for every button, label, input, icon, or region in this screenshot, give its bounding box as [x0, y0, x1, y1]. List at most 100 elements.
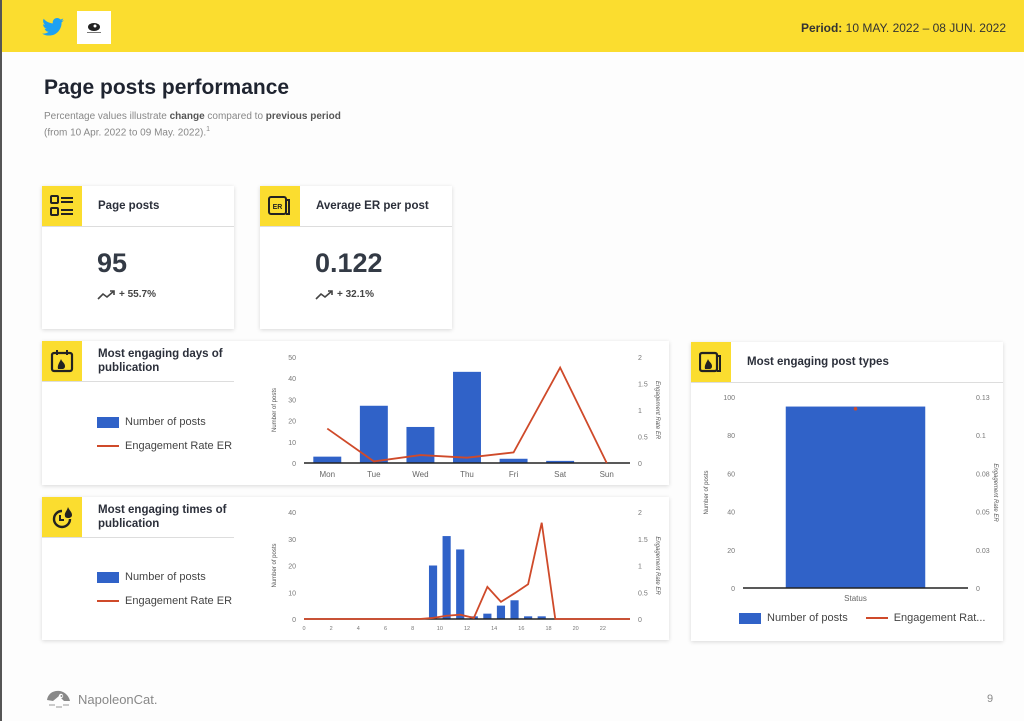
card-title: Most engaging times of publication	[98, 504, 227, 530]
bar	[428, 565, 438, 619]
card-header: Most engaging times of publication	[42, 497, 232, 537]
subtitle-bold: change	[169, 111, 205, 122]
kpi-change-value: + 32.1%	[337, 289, 374, 300]
y2-axis-title: Engagement Rate ER	[992, 463, 998, 522]
card-title: Most engaging post types	[747, 356, 889, 368]
legend-label: Engagement Rat...	[893, 612, 986, 624]
legend-item-posts: Number of posts	[97, 410, 232, 434]
y2-tick-label: 0.1	[976, 433, 986, 440]
subtitle-text: Percentage values illustrate	[44, 111, 170, 122]
chart-times: 0 10 20 30 40 0 0.5 1 1.5 2 Number of posts Engagem…	[272, 510, 660, 632]
y2-tick-label: 1.5	[638, 537, 648, 544]
kpi-change: + 55.7%	[97, 289, 156, 300]
divider	[42, 381, 234, 382]
y-tick-label: 50	[288, 355, 296, 362]
header-bar: Period: 10 MAY. 2022 – 08 JUN. 2022	[2, 0, 1024, 52]
bar	[483, 613, 492, 619]
x-tick-label: 8	[411, 626, 414, 632]
card-header: Most engaging post types	[691, 342, 889, 382]
y-tick-label: 60	[727, 471, 735, 478]
y-tick-label: 30	[288, 537, 296, 544]
x-tick-label: 12	[464, 626, 470, 632]
y2-tick-label: 1	[638, 564, 642, 571]
bar	[456, 549, 465, 619]
y-tick-label: 10	[288, 440, 296, 447]
legend-swatch-line	[865, 617, 888, 619]
x-tick-label: Status	[844, 594, 867, 603]
bar	[442, 536, 451, 619]
footer-brand: NapoleonCat.	[78, 691, 158, 707]
divider	[42, 537, 234, 538]
period-label: Period:	[800, 21, 843, 35]
calendar-fire-icon	[42, 341, 82, 381]
y-tick-label: 0	[731, 586, 735, 593]
y2-axis-title: Engagement Rate ER	[654, 381, 660, 440]
list-icon	[42, 186, 82, 226]
legend-item-er: Engagement Rate ER	[97, 589, 232, 613]
brand-logo	[77, 11, 111, 44]
bar	[785, 406, 926, 588]
x-tick-label: 20	[573, 626, 579, 632]
legend-label: Number of posts	[767, 612, 848, 624]
subtitle-text: compared to	[204, 111, 266, 122]
y2-axis-title: Engagement Rate ER	[654, 536, 660, 595]
x-tick-label: Sat	[554, 470, 567, 479]
y-axis-title: Number of posts	[272, 388, 278, 432]
y2-tick-label: 0.05	[976, 510, 990, 517]
chart-legend: Number of posts Engagement Rate ER	[97, 410, 232, 458]
legend-label: Number of posts	[125, 416, 206, 428]
y-tick-label: 0	[292, 617, 296, 624]
card-engaging-times: Most engaging times of publication Numbe…	[42, 497, 669, 640]
kpi-change-value: + 55.7%	[119, 289, 156, 300]
legend-swatch-line	[97, 445, 119, 447]
kpi-change: + 32.1%	[315, 289, 374, 300]
card-title: Most engaging days of publication	[98, 348, 223, 374]
x-tick-label: 0	[302, 626, 305, 632]
y-axis-title: Number of posts	[272, 543, 278, 587]
y-axis-title: Number of posts	[704, 470, 710, 514]
y-tick-label: 20	[288, 419, 296, 426]
cat-logo-icon	[87, 22, 101, 33]
subtitle-text: (from 10 Apr. 2022 to 09 May. 2022).	[44, 127, 207, 139]
er-icon: ER	[260, 186, 300, 226]
card-engaging-post-types: Most engaging post types 0 20 40 60 80 100 0 0.…	[691, 342, 1003, 641]
trend-up-icon	[315, 289, 333, 300]
y-tick-label: 40	[288, 510, 296, 517]
card-engaging-days: Most engaging days of publication Number…	[42, 341, 669, 485]
y2-tick-label: 0.13	[976, 395, 990, 402]
napoleoncat-logo-icon	[47, 690, 70, 708]
y2-tick-label: 0	[638, 617, 642, 624]
x-tick-label: 2	[330, 626, 333, 632]
kpi-value: 95	[97, 248, 128, 278]
y-tick-label: 80	[727, 433, 735, 440]
bar	[406, 426, 435, 463]
x-tick-label: Wed	[412, 470, 428, 479]
x-tick-label: Tue	[367, 470, 381, 479]
legend-swatch-bar	[97, 571, 119, 583]
bar	[510, 600, 519, 619]
twitter-icon	[42, 18, 64, 36]
card-title: Page posts	[98, 200, 160, 212]
legend-item-er: Engagement Rate ER	[97, 434, 232, 458]
y-tick-label: 40	[288, 376, 296, 383]
legend-label: Number of posts	[125, 571, 206, 583]
chart-legend: Number of posts Engagement Rate ER	[97, 565, 232, 613]
divider	[42, 226, 234, 227]
x-tick-label: 10	[437, 626, 443, 632]
card-header: Page posts	[42, 186, 159, 226]
x-tick-label: 18	[545, 626, 551, 632]
legend-swatch-bar	[97, 416, 119, 428]
x-tick-label: Fri	[509, 470, 519, 479]
subtitle-bold: previous period	[265, 111, 341, 122]
y2-tick-label: 0.03	[976, 548, 990, 555]
post-type-fire-icon	[691, 342, 731, 382]
trend-up-icon	[97, 289, 115, 300]
bar	[313, 456, 342, 463]
y2-tick-label: 1.5	[638, 382, 648, 389]
legend-label: Engagement Rate ER	[125, 595, 233, 607]
y2-tick-label: 0.5	[638, 590, 648, 597]
x-tick-label: 22	[600, 626, 606, 632]
divider	[260, 226, 452, 227]
legend-swatch-bar	[739, 612, 761, 624]
footer-logo: NapoleonCat.	[44, 688, 158, 710]
